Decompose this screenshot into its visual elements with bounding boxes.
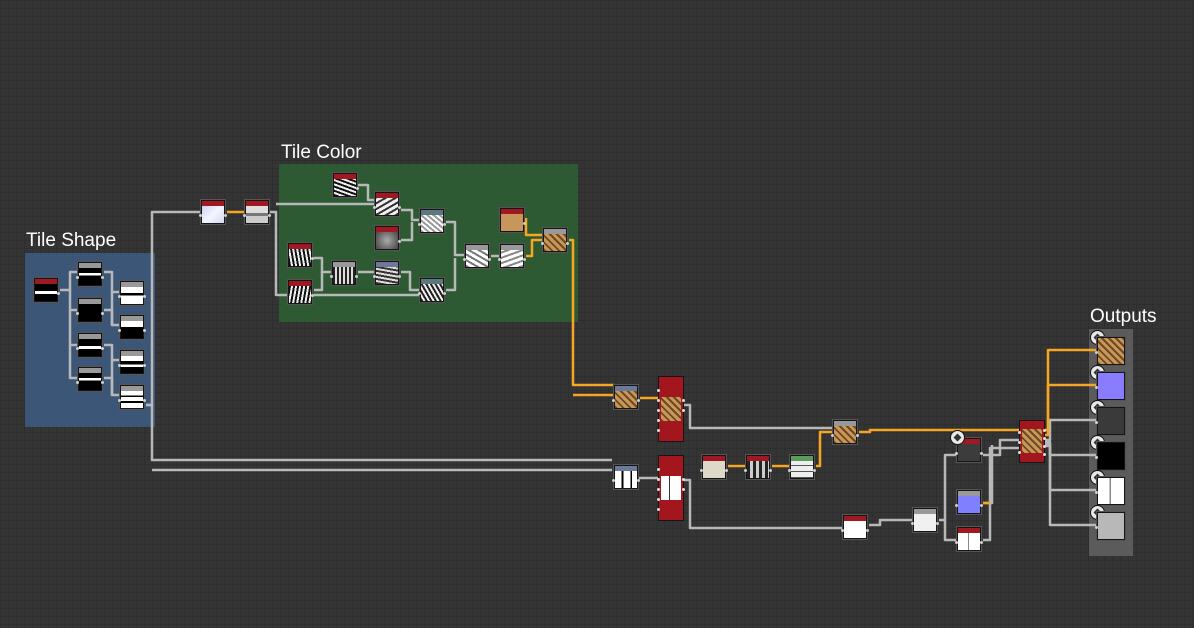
tile-node-3[interactable] xyxy=(76,333,104,357)
shape-generator-node[interactable] xyxy=(34,278,60,302)
material-output-node[interactable] xyxy=(1018,420,1046,463)
noise-node-3[interactable] xyxy=(288,243,314,267)
ao-node[interactable] xyxy=(955,527,983,551)
view-icon[interactable] xyxy=(950,430,965,445)
output-ao-node[interactable] xyxy=(1095,477,1125,505)
noise-node-1[interactable] xyxy=(333,173,359,197)
tile-node-4[interactable] xyxy=(76,367,104,391)
tile-node-2[interactable] xyxy=(76,298,104,322)
graph-canvas[interactable]: Tile Shape Tile Color Outputs xyxy=(0,0,1194,628)
color-mix-node[interactable] xyxy=(831,420,859,444)
output-normal-node[interactable] xyxy=(1095,372,1125,400)
brick-node[interactable] xyxy=(788,455,816,479)
invert-node[interactable] xyxy=(911,508,939,532)
combine-node-2[interactable] xyxy=(498,244,526,268)
noise-blend-node-2[interactable] xyxy=(330,261,358,285)
pattern-node[interactable] xyxy=(744,455,772,479)
tile-color-node[interactable] xyxy=(700,455,728,479)
blend-node-4[interactable] xyxy=(118,385,146,409)
normal-node[interactable] xyxy=(955,490,983,514)
gradient-map-node[interactable] xyxy=(541,228,569,252)
output-height-node[interactable] xyxy=(1095,512,1125,540)
noise-node-2[interactable] xyxy=(375,226,401,250)
warp-node-2[interactable] xyxy=(373,261,401,285)
gray-wires xyxy=(60,183,1097,542)
color-source-node[interactable] xyxy=(199,200,227,224)
output-roughness-node[interactable] xyxy=(1095,407,1125,435)
noise-node-4[interactable] xyxy=(288,280,314,304)
blend-node-1[interactable] xyxy=(118,281,146,305)
material-blend-node-1[interactable] xyxy=(657,376,685,442)
blend-node-3[interactable] xyxy=(118,350,146,374)
output-metallic-node[interactable] xyxy=(1095,442,1125,470)
blend-node-2[interactable] xyxy=(118,315,146,339)
warp-node-1[interactable] xyxy=(418,209,446,233)
tile-node-1[interactable] xyxy=(76,262,104,286)
output-basecolor-node[interactable] xyxy=(1095,337,1125,365)
material-blend-node-2[interactable] xyxy=(657,455,685,521)
uniform-color-node[interactable] xyxy=(500,208,526,232)
mask-node[interactable] xyxy=(612,465,640,489)
height-node[interactable] xyxy=(841,515,869,539)
connection-wires xyxy=(60,183,1097,542)
warp-node-3[interactable] xyxy=(418,278,446,302)
color-tile-node[interactable] xyxy=(612,385,640,409)
combine-node-1[interactable] xyxy=(463,244,491,268)
noise-blend-node-1[interactable] xyxy=(373,192,401,216)
levels-node[interactable] xyxy=(243,200,271,224)
